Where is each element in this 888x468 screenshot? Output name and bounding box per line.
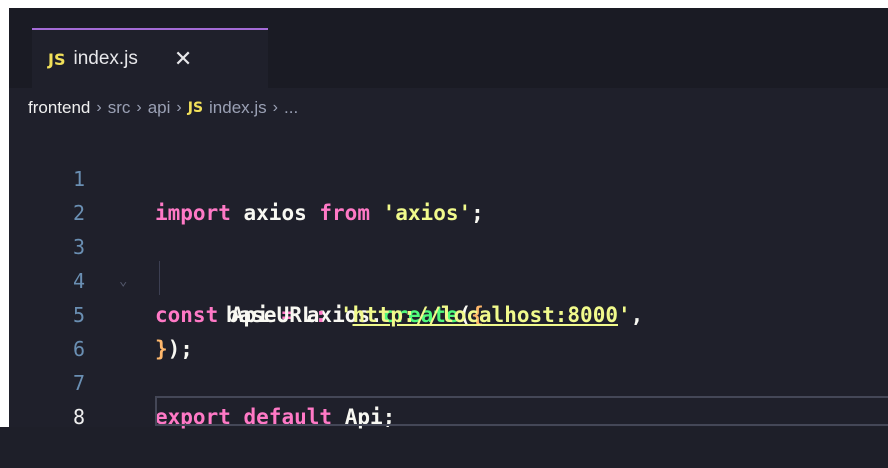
javascript-file-icon: JS — [187, 100, 204, 116]
screenshot-border-left — [0, 0, 9, 427]
chevron-right-icon: › — [96, 99, 102, 116]
code-line[interactable]: 2 — [9, 162, 888, 225]
chevron-right-icon: › — [272, 99, 278, 116]
editor-window: JS index.js ✕ frontend › src › api › JS … — [0, 0, 888, 429]
screenshot-border-top — [0, 0, 888, 8]
code-line[interactable]: 5 }); — [9, 264, 888, 361]
breadcrumb-item-file[interactable]: index.js — [209, 98, 267, 118]
code-line[interactable]: 1 import axios from 'axios'; — [9, 128, 888, 225]
close-icon[interactable]: ✕ — [174, 48, 192, 70]
current-line-highlight — [155, 396, 888, 426]
indent-guide — [159, 261, 160, 295]
code-line[interactable]: 3 ⌄ const Api = axios.create({ — [9, 196, 888, 327]
code-line[interactable]: 4 baseURL: 'http://localhost:8000', — [9, 230, 888, 327]
code-line[interactable]: 8 — [9, 366, 888, 429]
chevron-right-icon: › — [176, 99, 182, 116]
tab-bar: JS index.js ✕ — [9, 8, 888, 88]
tab-index-js[interactable]: JS index.js ✕ — [32, 28, 268, 88]
breadcrumb-item-more[interactable]: ... — [284, 98, 298, 118]
tab-filename: index.js — [73, 48, 138, 69]
chevron-right-icon: › — [136, 99, 142, 116]
line-number: 8 — [73, 405, 86, 429]
code-line[interactable]: 7 export default Api; — [9, 332, 888, 429]
breadcrumb-item-frontend[interactable]: frontend — [28, 98, 90, 118]
breadcrumb-item-api[interactable]: api — [148, 98, 171, 118]
breadcrumb: frontend › src › api › JS index.js › ... — [28, 95, 298, 121]
breadcrumb-item-src[interactable]: src — [108, 98, 131, 118]
code-line[interactable]: 6 — [9, 298, 888, 361]
code-editor[interactable]: 1 import axios from 'axios'; 2 3 ⌄ const… — [9, 125, 888, 429]
javascript-file-icon: JS — [48, 49, 66, 69]
